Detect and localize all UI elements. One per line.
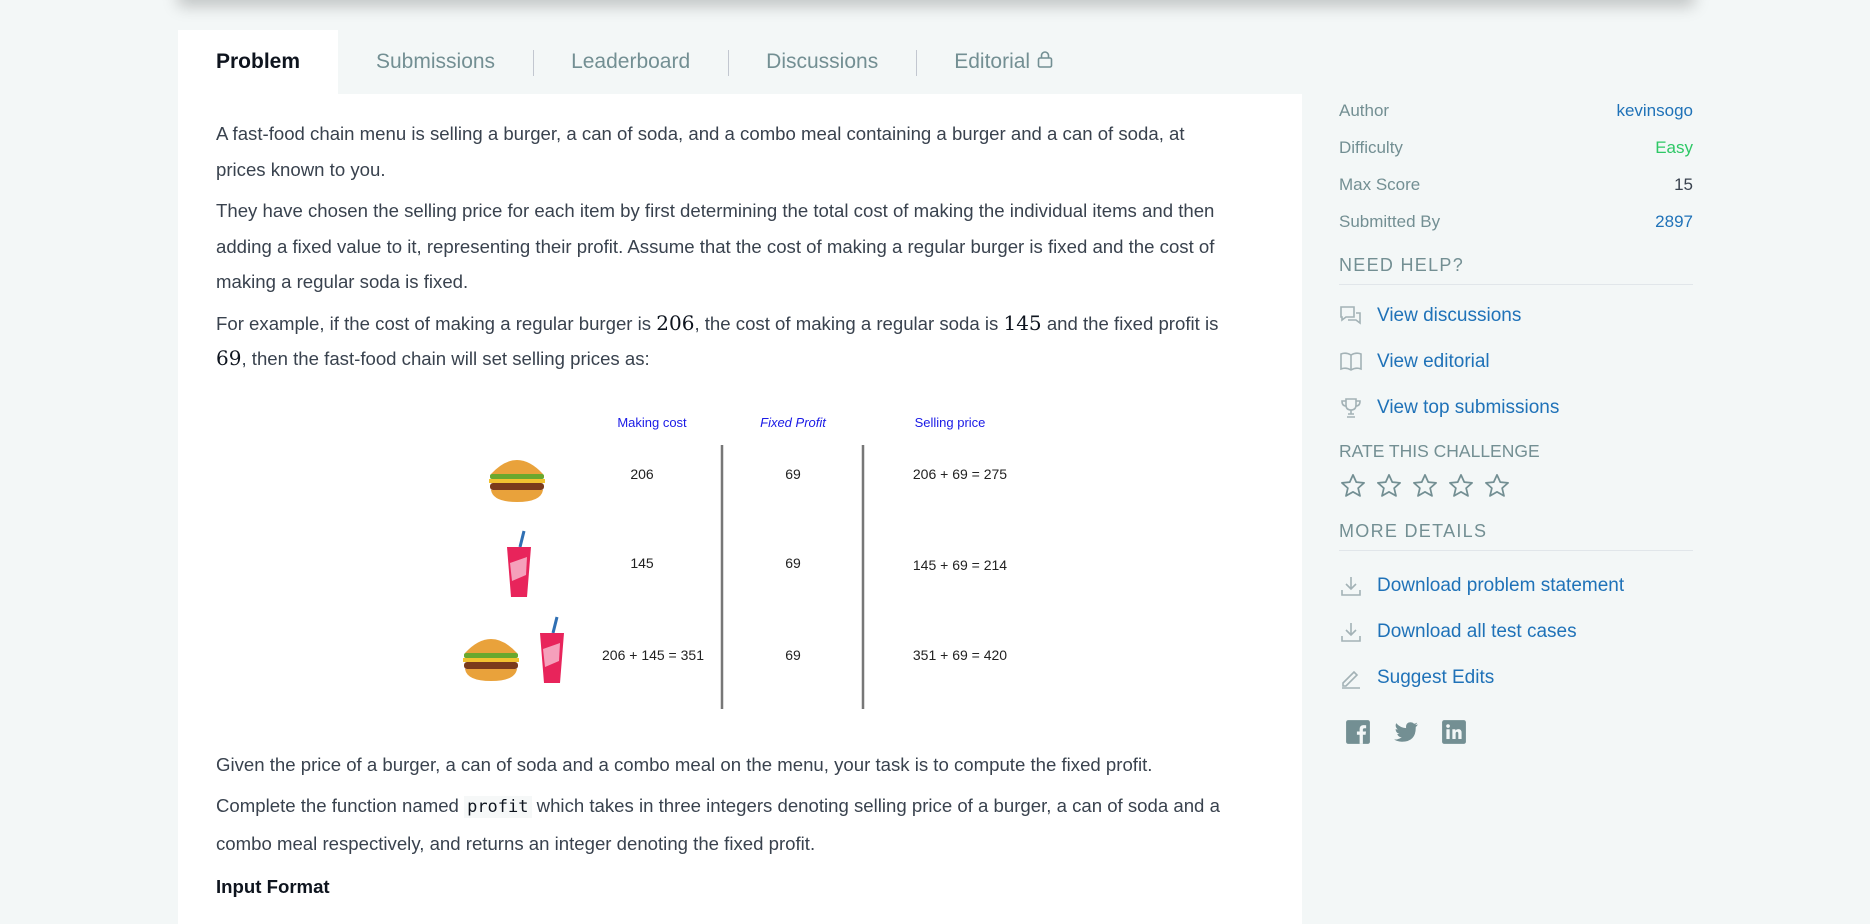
meta-difficulty: Difficulty Easy (1339, 129, 1693, 166)
view-editorial-link[interactable]: View editorial (1339, 339, 1693, 385)
star-icon[interactable] (1375, 472, 1403, 505)
fixed-profit-value: 69 (785, 647, 801, 663)
trophy-icon (1339, 396, 1363, 420)
linkedin-icon[interactable] (1441, 719, 1467, 750)
pencil-icon (1339, 666, 1363, 690)
meta-label: Max Score (1339, 174, 1421, 194)
detail-link-label: Download problem statement (1377, 575, 1625, 596)
function-name: profit (464, 796, 532, 818)
detail-link-label: Suggest Edits (1377, 667, 1495, 688)
meta-max-score: Max Score 15 (1339, 166, 1693, 203)
text: Complete the function named (216, 795, 465, 816)
rate-challenge-title: RATE THIS CHALLENGE (1339, 441, 1540, 461)
problem-card: A fast-food chain menu is selling a burg… (178, 94, 1302, 924)
problem-statement: A fast-food chain menu is selling a burg… (216, 116, 1236, 905)
paragraph-function: Complete the function named profit which… (216, 788, 1236, 861)
meta-author: Author kevinsogo (1339, 92, 1693, 129)
download-test-cases-link[interactable]: Download all test cases (1339, 609, 1693, 655)
more-details-title: MORE DETAILS (1339, 521, 1693, 551)
math-value: 145 (1003, 310, 1042, 335)
tab-bar: Problem Submissions Leaderboard Discussi… (178, 30, 1091, 94)
math-value: 206 (656, 310, 695, 335)
suggest-edits-link[interactable]: Suggest Edits (1339, 655, 1693, 701)
math-value: 69 (216, 346, 242, 370)
star-icon[interactable] (1483, 472, 1511, 505)
help-link-label: View editorial (1377, 351, 1490, 372)
text: For example, if the cost of making a reg… (216, 312, 657, 334)
text: , the cost of making a regular soda is (694, 312, 1004, 334)
paragraph-pricing: They have chosen the selling price for e… (216, 200, 1215, 292)
tab-label: Leaderboard (571, 50, 691, 73)
fixed-profit-value: 69 (785, 466, 801, 482)
tab-problem[interactable]: Problem (178, 30, 338, 94)
facebook-icon[interactable] (1345, 719, 1371, 750)
lock-icon (1037, 50, 1053, 74)
tab-label: Editorial (954, 50, 1031, 73)
making-cost-value: 206 + 145 = 351 (602, 647, 704, 663)
meta-submitted-by: Submitted By 2897 (1339, 203, 1693, 240)
twitter-icon[interactable] (1393, 719, 1419, 750)
submitted-by-link[interactable]: 2897 (1655, 212, 1693, 232)
text: , then the fast-food chain will set sell… (241, 348, 650, 369)
making-cost-value: 145 (630, 555, 654, 571)
star-icon[interactable] (1411, 472, 1439, 505)
soda-icon (540, 616, 564, 683)
meta-label: Author (1339, 100, 1390, 120)
text: and the fixed profit is (1041, 312, 1219, 334)
social-links (1339, 719, 1693, 750)
header-making-cost: Making cost (617, 415, 687, 430)
paragraph-task: Given the price of a burger, a can of so… (216, 753, 1153, 775)
star-icon[interactable] (1447, 472, 1475, 505)
download-icon (1339, 620, 1363, 644)
meta-label: Difficulty (1339, 137, 1403, 157)
burger-icon (489, 459, 545, 502)
making-cost-value: 206 (630, 466, 654, 482)
tab-label: Submissions (376, 50, 496, 73)
selling-price-value: 206 + 69 = 275 (913, 466, 1007, 482)
paragraph-intro: A fast-food chain menu is selling a burg… (216, 123, 1185, 180)
help-link-label: View discussions (1377, 305, 1522, 326)
detail-link-label: Download all test cases (1377, 621, 1577, 642)
pricing-figure: Making cost Fixed Profit Selling price 2… (216, 387, 1236, 747)
tab-discussions[interactable]: Discussions (728, 30, 916, 94)
book-icon (1339, 350, 1363, 374)
tab-label: Discussions (766, 50, 879, 73)
download-problem-statement-link[interactable]: Download problem statement (1339, 563, 1693, 609)
soda-icon (507, 530, 531, 597)
difficulty-value: Easy (1655, 137, 1693, 157)
header-fixed-profit: Fixed Profit (760, 415, 827, 430)
tab-label: Problem (215, 50, 301, 73)
view-discussions-link[interactable]: View discussions (1339, 293, 1693, 339)
paragraph-example: For example, if the cost of making a reg… (216, 306, 1236, 377)
view-top-submissions-link[interactable]: View top submissions (1339, 385, 1693, 431)
need-help-title: NEED HELP? (1339, 255, 1693, 285)
selling-price-value: 351 + 69 = 420 (913, 647, 1007, 663)
tab-editorial[interactable]: Editorial (916, 30, 1091, 94)
sidebar: Author kevinsogo Difficulty Easy Max Sco… (1339, 92, 1693, 750)
download-icon (1339, 574, 1363, 598)
input-format-heading: Input Format (216, 876, 330, 897)
fixed-profit-value: 69 (785, 555, 801, 571)
help-link-label: View top submissions (1377, 397, 1560, 418)
tab-leaderboard[interactable]: Leaderboard (533, 30, 728, 94)
rating-stars (1339, 472, 1693, 505)
selling-price-value: 145 + 69 = 214 (913, 557, 1007, 573)
tab-submissions[interactable]: Submissions (338, 30, 533, 94)
star-icon[interactable] (1339, 472, 1367, 505)
author-link[interactable]: kevinsogo (1616, 101, 1693, 121)
max-score-value: 15 (1674, 174, 1693, 194)
burger-icon (463, 638, 519, 681)
header-selling-price: Selling price (915, 415, 986, 430)
discussion-icon (1339, 304, 1363, 328)
meta-label: Submitted By (1339, 211, 1441, 231)
